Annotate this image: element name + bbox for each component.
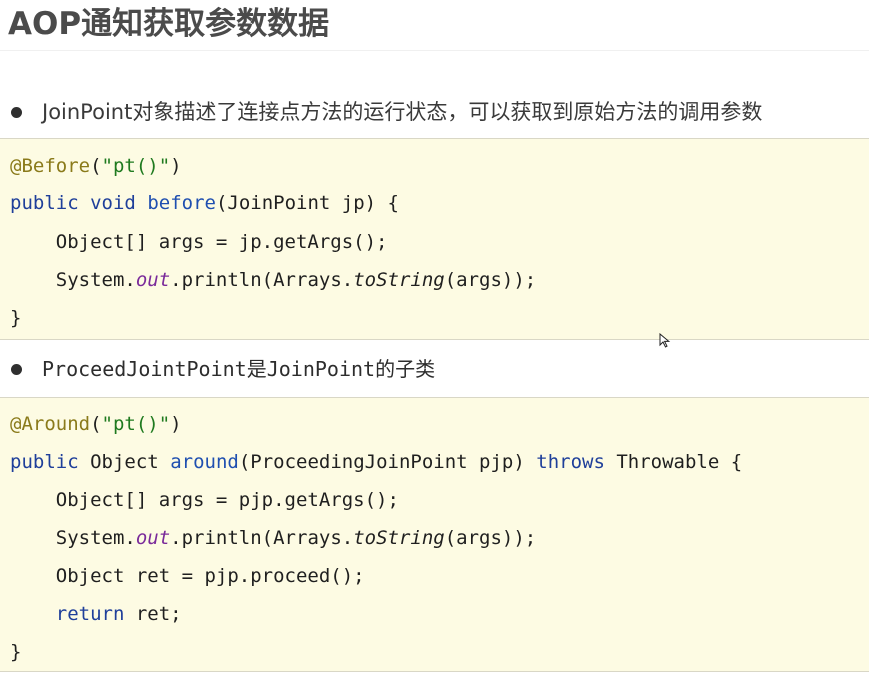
code-annotation: @Before (10, 155, 91, 177)
code-line: Object[] args = jp.getArgs(); (10, 227, 388, 257)
title-divider (0, 50, 869, 51)
code-block-before: @Before("pt()") public void before(JoinP… (0, 138, 869, 340)
code-keyword: public (10, 451, 79, 473)
code-line: } (10, 303, 21, 333)
code-line: @Around("pt()") (10, 409, 182, 439)
bullet-dot-icon (11, 364, 22, 375)
code-text: System. (55, 527, 136, 549)
code-method-name: around (170, 451, 239, 473)
code-line: Object ret = pjp.proceed(); (10, 561, 365, 591)
bullet-dot-icon (11, 107, 22, 118)
code-line: System.out.println(Arrays.toString(args)… (10, 265, 536, 295)
bullet-text: ProceedJointPoint是JoinPoint的子类 (42, 357, 436, 381)
code-line: System.out.println(Arrays.toString(args)… (10, 523, 536, 553)
code-text: } (10, 307, 22, 329)
code-punct: ( (90, 155, 102, 177)
code-text: (JoinPoint jp) { (215, 192, 399, 214)
code-static-field: out (135, 269, 171, 291)
code-line: Object[] args = pjp.getArgs(); (10, 485, 399, 515)
code-text: Object[] args = jp.getArgs(); (55, 231, 388, 253)
code-line: public Object around(ProceedingJoinPoint… (10, 447, 742, 477)
code-method-name: before (147, 192, 216, 214)
code-type: Object (90, 451, 159, 473)
code-keyword: throws (536, 451, 605, 473)
code-text: .println(Arrays. (170, 527, 354, 549)
code-line: public void before(JoinPoint jp) { (10, 188, 399, 218)
code-text: Throwable { (616, 451, 743, 473)
code-line: } (10, 637, 21, 667)
code-punct: ( (90, 413, 102, 435)
bullet-text: JoinPoint对象描述了连接点方法的运行状态，可以获取到原始方法的调用参数 (42, 100, 763, 124)
code-annotation: @Around (10, 413, 91, 435)
code-text: ret; (135, 603, 182, 625)
code-punct: ) (170, 413, 182, 435)
code-text: (args)); (444, 527, 537, 549)
code-keyword: public (10, 192, 79, 214)
mouse-cursor-icon (659, 333, 671, 348)
code-text: } (10, 641, 22, 663)
code-static-method: toString (353, 527, 445, 549)
code-static-field: out (135, 527, 171, 549)
code-string: "pt()" (101, 413, 171, 435)
code-block-around: @Around("pt()") public Object around(Pro… (0, 397, 869, 672)
bullet-item-proceedjointpoint: ProceedJointPoint是JoinPoint的子类 (0, 352, 869, 386)
code-text: System. (55, 269, 136, 291)
code-params: (ProceedingJoinPoint pjp) (238, 451, 525, 473)
slide-title: AOP通知获取参数数据 (8, 6, 330, 42)
bullet-item-joinpoint: JoinPoint对象描述了连接点方法的运行状态，可以获取到原始方法的调用参数 (0, 95, 869, 129)
code-string: "pt()" (101, 155, 171, 177)
code-text: (args)); (444, 269, 537, 291)
code-text: Object[] args = pjp.getArgs(); (55, 489, 399, 511)
code-keyword: void (90, 192, 136, 214)
code-line: return ret; (10, 599, 182, 629)
code-punct: ) (170, 155, 182, 177)
code-static-method: toString (353, 269, 445, 291)
code-text: .println(Arrays. (170, 269, 354, 291)
code-keyword: return (55, 603, 125, 625)
code-line: @Before("pt()") (10, 151, 182, 181)
code-text: Object ret = pjp.proceed(); (55, 565, 365, 587)
